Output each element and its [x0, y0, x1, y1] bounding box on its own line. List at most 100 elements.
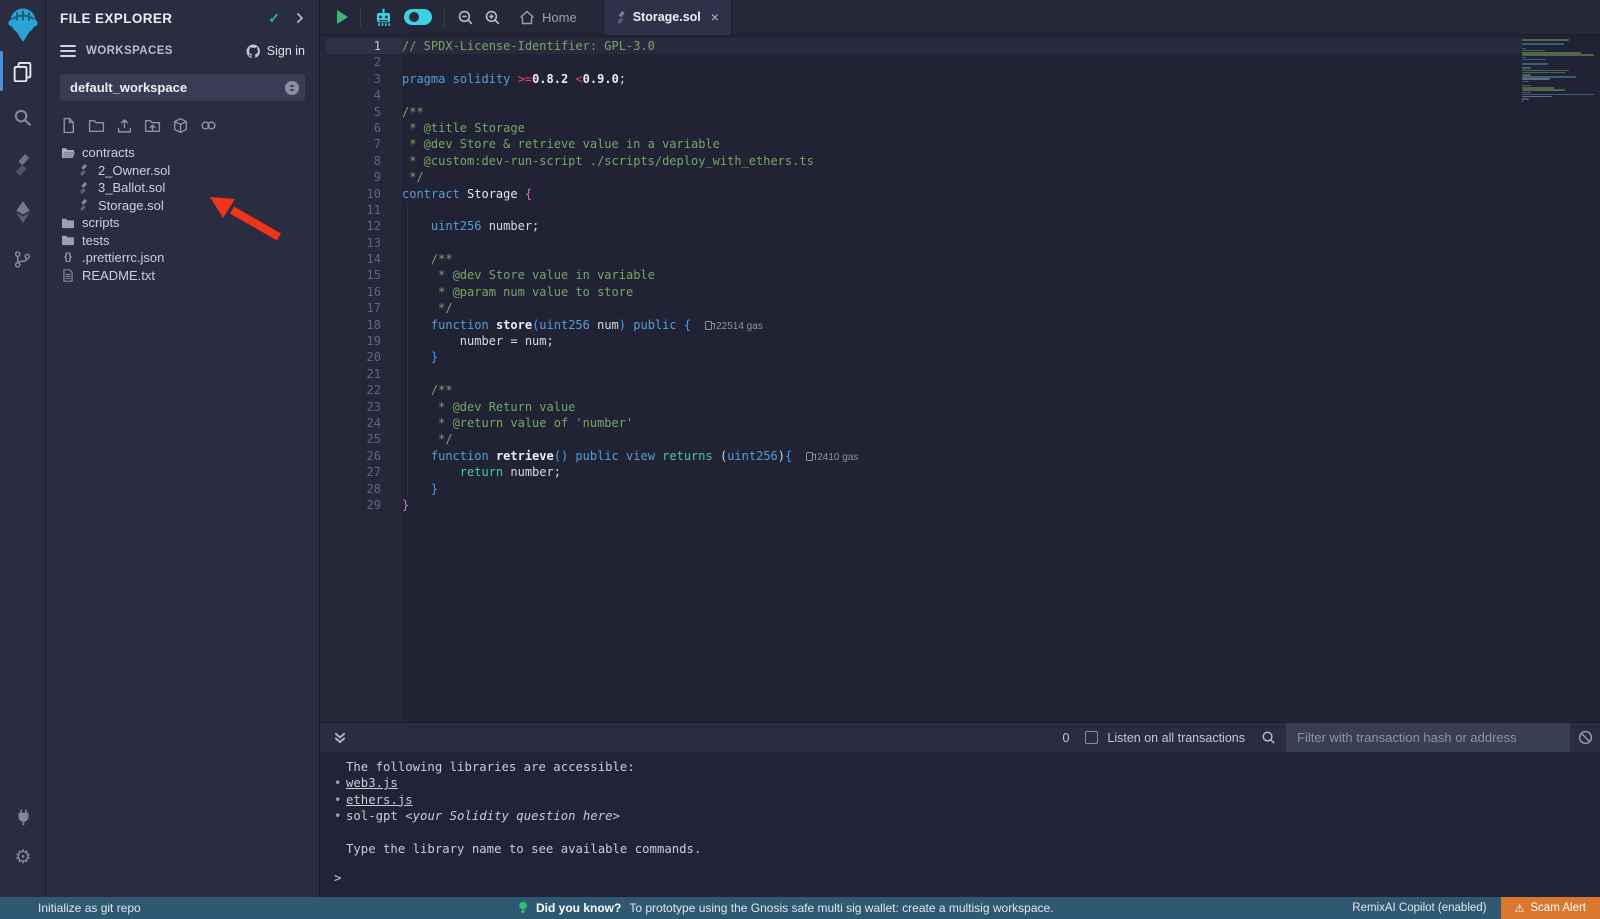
line-number: 25: [320, 431, 402, 447]
tree-item-label: README.txt: [82, 268, 155, 283]
sidebar-item-file-explorer[interactable]: [0, 58, 46, 84]
code-line[interactable]: /**: [402, 104, 1522, 120]
terminal-output[interactable]: The following libraries are accessible:•…: [320, 752, 1600, 885]
code-line[interactable]: * @return value of 'number': [402, 415, 1522, 431]
code-line[interactable]: * @title Storage: [402, 120, 1522, 136]
run-script-button[interactable]: [337, 10, 348, 24]
transaction-filter-input[interactable]: [1286, 723, 1570, 752]
folder-open-icon: [60, 147, 75, 159]
scam-alert-button[interactable]: ⚠ Scam Alert: [1501, 897, 1600, 919]
zoom-out-icon[interactable]: [457, 9, 474, 26]
library-link[interactable]: ethers.js: [346, 793, 413, 807]
sidebar-item-search[interactable]: [0, 105, 46, 131]
toggle-knob: [409, 12, 419, 22]
code-line[interactable]: function store(uint256 num) public {2251…: [402, 317, 1522, 333]
zoom-in-icon[interactable]: [484, 9, 501, 26]
library-link[interactable]: web3.js: [346, 776, 398, 790]
code-line[interactable]: * @dev Store & retrieve value in a varia…: [402, 136, 1522, 152]
copilot-toggle[interactable]: [404, 9, 432, 25]
tree-item-readme-txt[interactable]: README.txt: [46, 267, 319, 285]
tree-item-storage-sol[interactable]: Storage.sol: [46, 197, 319, 215]
terminal-prompt[interactable]: >: [334, 871, 1600, 885]
remix-logo-icon[interactable]: [4, 5, 42, 45]
code-line[interactable]: [402, 54, 1522, 70]
chevron-right-icon[interactable]: [294, 12, 305, 24]
code-line[interactable]: */: [402, 169, 1522, 185]
sign-in-label: Sign in: [267, 44, 305, 58]
code-line[interactable]: * @param num value to store: [402, 284, 1522, 300]
workspaces-menu-icon[interactable]: [60, 45, 76, 57]
tab-storage-sol[interactable]: Storage.sol ×: [603, 0, 732, 35]
tree-item-tests[interactable]: tests: [46, 232, 319, 250]
code-line[interactable]: */: [402, 431, 1522, 447]
upload-file-icon[interactable]: [116, 117, 133, 134]
tree-item--prettierrc-json[interactable]: { }.prettierrc.json: [46, 249, 319, 267]
clear-console-icon[interactable]: [1570, 730, 1600, 745]
terminal-search-icon[interactable]: [1261, 730, 1276, 745]
code-line[interactable]: [402, 235, 1522, 251]
collapse-terminal-icon[interactable]: [333, 731, 347, 745]
code-editor[interactable]: 1234567891011121314151617181920212223242…: [320, 36, 1600, 722]
new-folder-icon[interactable]: [88, 117, 105, 134]
line-number: 4: [320, 87, 402, 103]
gas-estimate-badge: 22514 gas: [705, 321, 763, 332]
code-line[interactable]: * @custom:dev-run-script ./scripts/deplo…: [402, 153, 1522, 169]
workspaces-row: WORKSPACES Sign in: [46, 36, 319, 66]
line-number: 18: [320, 317, 402, 333]
sign-in-button[interactable]: Sign in: [246, 44, 305, 58]
code-line[interactable]: }: [402, 481, 1522, 497]
tab-close-icon[interactable]: ×: [711, 9, 719, 25]
line-number: 29: [320, 497, 402, 513]
solidity-file-icon: [76, 182, 91, 194]
cube-icon[interactable]: [172, 117, 189, 134]
code-line[interactable]: * @dev Return value: [402, 399, 1522, 415]
tree-item-contracts[interactable]: contracts: [46, 144, 319, 162]
line-number: 8: [320, 153, 402, 169]
code-line[interactable]: [402, 366, 1522, 382]
minimap[interactable]: [1522, 36, 1600, 722]
sidebar-item-plugin-manager[interactable]: [0, 805, 46, 829]
code-line[interactable]: }: [402, 497, 1522, 513]
tree-item-scripts[interactable]: scripts: [46, 214, 319, 232]
code-line[interactable]: function retrieve() public view returns …: [402, 448, 1522, 464]
code-line[interactable]: /**: [402, 382, 1522, 398]
tree-item-3-ballot-sol[interactable]: 3_Ballot.sol: [46, 179, 319, 197]
transaction-count: 0: [1062, 731, 1069, 745]
sidebar-item-git[interactable]: [0, 246, 46, 272]
code-line[interactable]: number = num;: [402, 333, 1522, 349]
code-line[interactable]: * @dev Store value in variable: [402, 267, 1522, 283]
code-line[interactable]: }: [402, 349, 1522, 365]
fuel-pump-icon: [705, 321, 712, 330]
code-line[interactable]: contract Storage {: [402, 186, 1522, 202]
link-icon[interactable]: [200, 117, 217, 134]
editor-area: Home Storage.sol × 123456789101112131415…: [320, 0, 1600, 897]
code-line[interactable]: pragma solidity >=0.8.2 <0.9.0;: [402, 71, 1522, 87]
terminal-panel: 0 Listen on all transactions The followi…: [320, 722, 1600, 897]
code-line[interactable]: [402, 202, 1522, 218]
tree-item-label: .prettierrc.json: [82, 250, 164, 265]
listen-all-checkbox[interactable]: [1085, 731, 1098, 744]
copilot-status[interactable]: RemixAI Copilot (enabled): [1352, 902, 1486, 914]
workspace-select[interactable]: default_workspace: [60, 74, 305, 101]
ai-copilot-robot-icon[interactable]: [373, 8, 394, 27]
code-line[interactable]: return number;: [402, 464, 1522, 480]
code-line[interactable]: // SPDX-License-Identifier: GPL-3.0: [402, 38, 1522, 54]
code-line[interactable]: uint256 number;: [402, 218, 1522, 234]
code-line[interactable]: /**: [402, 251, 1522, 267]
line-number: 10: [320, 186, 402, 202]
folder-icon: [60, 234, 75, 246]
tab-home[interactable]: Home: [519, 10, 577, 25]
line-number: 7: [320, 136, 402, 152]
tree-item-label: contracts: [82, 145, 135, 160]
code-line[interactable]: [402, 87, 1522, 103]
sidebar-nav-bottom: ⚙: [0, 805, 46, 869]
sidebar-item-solidity-compiler[interactable]: [0, 152, 46, 178]
init-git-repo-button[interactable]: Initialize as git repo: [38, 901, 141, 915]
tree-item-2-owner-sol[interactable]: 2_Owner.sol: [46, 162, 319, 180]
sidebar-item-settings[interactable]: ⚙: [0, 845, 46, 869]
new-file-icon[interactable]: [60, 117, 77, 134]
upload-folder-icon[interactable]: [144, 117, 161, 134]
sidebar-item-deploy-and-run[interactable]: [0, 199, 46, 225]
solidity-file-icon: [616, 11, 626, 24]
code-line[interactable]: */: [402, 300, 1522, 316]
